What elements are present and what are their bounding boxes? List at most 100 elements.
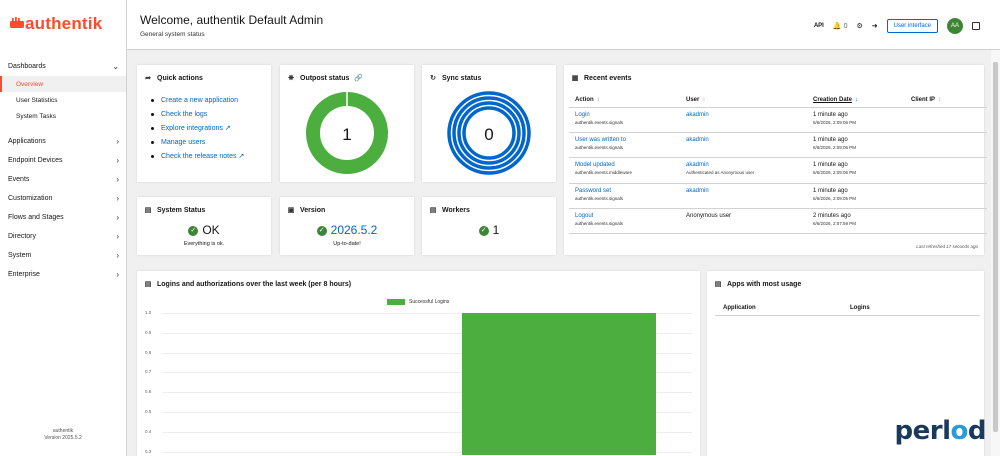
event-action-link[interactable]: Model updated: [575, 162, 615, 168]
system-status-value: ✓ OK: [137, 223, 271, 237]
sidebar-item-dashboards[interactable]: Dashboards ⌄: [0, 57, 126, 76]
workers-card: ▤ Workers ✓ 1: [422, 197, 556, 255]
brand-logo[interactable]: authentik: [10, 14, 102, 34]
link-icon[interactable]: 🔗: [354, 74, 363, 82]
outpost-status-title[interactable]: Outpost status: [300, 75, 349, 82]
list-item: Check the release notes ↗: [151, 149, 244, 163]
perlod-watermark-logo: perlod: [895, 416, 987, 446]
notifications-button[interactable]: 🔔 0: [833, 22, 848, 31]
sidebar-nav: Dashboards ⌄ Overview User Statistics Sy…: [0, 57, 126, 284]
column-label: Client IP: [911, 96, 936, 103]
sidebar-item-endpoint-devices[interactable]: Endpoint Devices ›: [0, 151, 126, 170]
logins-chart-title: Logins and authorizations over the last …: [157, 280, 352, 288]
user-interface-button[interactable]: User interface: [886, 19, 938, 33]
system-status-title: System Status: [157, 206, 206, 214]
column-header-application[interactable]: Application: [715, 301, 842, 316]
sidebar-item-events[interactable]: Events ›: [0, 170, 126, 189]
event-action-link[interactable]: Password set: [575, 188, 611, 194]
bullet: [151, 140, 154, 144]
create-application-link[interactable]: Create a new application: [161, 97, 238, 104]
authentik-logo-icon: [10, 17, 24, 28]
event-user-link[interactable]: akadmin: [686, 112, 709, 118]
scrollbar-thumb[interactable]: [993, 62, 998, 432]
event-action-link[interactable]: User was written to: [575, 137, 626, 143]
page-scrollbar[interactable]: [991, 50, 1000, 456]
event-user-link[interactable]: akadmin: [686, 188, 709, 194]
event-action-link[interactable]: Logout: [575, 213, 593, 219]
page-subtitle: General system status: [140, 31, 205, 38]
sign-out-icon[interactable]: ➜: [872, 22, 878, 30]
sync-status-title: Sync status: [442, 74, 482, 82]
sidebar-item-enterprise[interactable]: Enterprise ›: [0, 265, 126, 284]
sidebar-subitem-overview[interactable]: Overview: [0, 76, 126, 92]
bullet: [151, 154, 154, 158]
check-logs-link[interactable]: Check the logs: [161, 111, 207, 118]
user-cell: akadmin: [680, 107, 807, 133]
manage-users-link[interactable]: Manage users: [161, 139, 205, 146]
table-row[interactable]: Password set authentik.events.signals aka…: [569, 183, 987, 210]
quick-actions-list: Create a new application Check the logs …: [151, 93, 244, 163]
version-value[interactable]: ✓ 2026.5.2: [280, 223, 414, 237]
drawer-toggle-icon[interactable]: [972, 22, 980, 30]
outpost-count: 1: [342, 125, 352, 144]
sidebar-item-customization[interactable]: Customization ›: [0, 189, 126, 208]
action-cell: Password set authentik.events.signals: [569, 183, 680, 210]
workers-value: ✓ 1: [422, 223, 556, 237]
sidebar-subitem-user-statistics[interactable]: User Statistics: [0, 92, 126, 108]
sidebar-item-flows-and-stages[interactable]: Flows and Stages ›: [0, 208, 126, 227]
table-row[interactable]: Model updated authentik.events.middleware…: [569, 157, 987, 184]
last-refreshed-text: Last refreshed 17 seconds ago: [916, 244, 978, 249]
event-app: authentik.events.signals: [575, 144, 624, 150]
action-cell: Model updated authentik.events.middleware: [569, 157, 680, 184]
sidebar-item-directory[interactable]: Directory ›: [0, 227, 126, 246]
sidebar-item-label: System: [8, 252, 32, 259]
event-user-link[interactable]: akadmin: [686, 137, 709, 143]
sidebar-item-label: Dashboards: [8, 63, 46, 70]
date-cell: 1 minute ago 6/6/2026, 2:09:06 PM: [807, 132, 905, 159]
column-header-user[interactable]: User ↕: [680, 93, 807, 108]
api-drawer-icon[interactable]: API: [814, 23, 824, 29]
external-link-icon: ↗: [224, 125, 231, 132]
action-cell: Logout authentik.events.signals: [569, 208, 680, 235]
event-user-link[interactable]: akadmin: [686, 162, 709, 168]
y-tick-label: 0.7: [145, 369, 152, 375]
column-header-logins[interactable]: Logins: [842, 301, 980, 316]
sidebar-item-applications[interactable]: Applications ›: [0, 132, 126, 151]
logins-chart-card: ▤ Logins and authorizations over the las…: [137, 271, 700, 456]
footer-app-name: authentik: [52, 428, 74, 434]
sidebar-subitem-system-tasks[interactable]: System Tasks: [0, 108, 126, 124]
client-ip-cell: [905, 107, 987, 133]
event-action-link[interactable]: Login: [575, 112, 590, 118]
recent-events-title: Recent events: [584, 74, 632, 82]
event-app: authentik.events.signals: [575, 195, 624, 201]
settings-gear-icon[interactable]: ⚙: [856, 22, 862, 30]
user-cell: akadmin Authenticated as Anonymous user: [680, 157, 807, 184]
bar-successful-logins[interactable]: [462, 313, 656, 455]
date-cell: 1 minute ago 6/6/2026, 2:09:06 PM: [807, 157, 905, 184]
bundle-icon: ▣: [287, 207, 295, 214]
release-notes-link[interactable]: Check the release notes: [161, 153, 237, 160]
event-date: 1 minute ago: [813, 111, 848, 118]
user-cell: Anonymous user: [680, 208, 807, 235]
sync-count: 0: [484, 125, 494, 144]
notifications-count: 0: [843, 22, 848, 30]
sidebar-item-label: Enterprise: [8, 271, 40, 278]
chevron-right-icon: ›: [116, 270, 119, 279]
explore-integrations-link[interactable]: Explore integrations: [161, 125, 223, 132]
y-tick-label: 0.5: [145, 409, 152, 414]
column-header-action[interactable]: Action ↕: [569, 93, 680, 108]
column-header-client-ip[interactable]: Client IP ↕: [905, 93, 987, 108]
apps-most-usage-title: Apps with most usage: [727, 280, 802, 288]
table-row[interactable]: User was written to authentik.events.sign…: [569, 132, 987, 159]
workers-count: 1: [492, 223, 500, 237]
column-header-creation-date[interactable]: Creation Date ↓: [807, 93, 905, 108]
event-date: 2 minutes ago: [813, 213, 851, 220]
version-detail: Up-to-date!: [333, 241, 361, 247]
table-row[interactable]: Logout authentik.events.signals Anonymous…: [569, 208, 987, 235]
event-date-sub: 6/6/2026, 2:09:06 PM: [813, 170, 857, 176]
table-row[interactable]: Login authentik.events.signals akadmin 1 …: [569, 107, 987, 133]
sidebar-item-system[interactable]: System ›: [0, 246, 126, 265]
client-ip-cell: [905, 208, 987, 235]
avatar[interactable]: AA: [947, 18, 963, 34]
version-title: Version: [300, 206, 326, 214]
